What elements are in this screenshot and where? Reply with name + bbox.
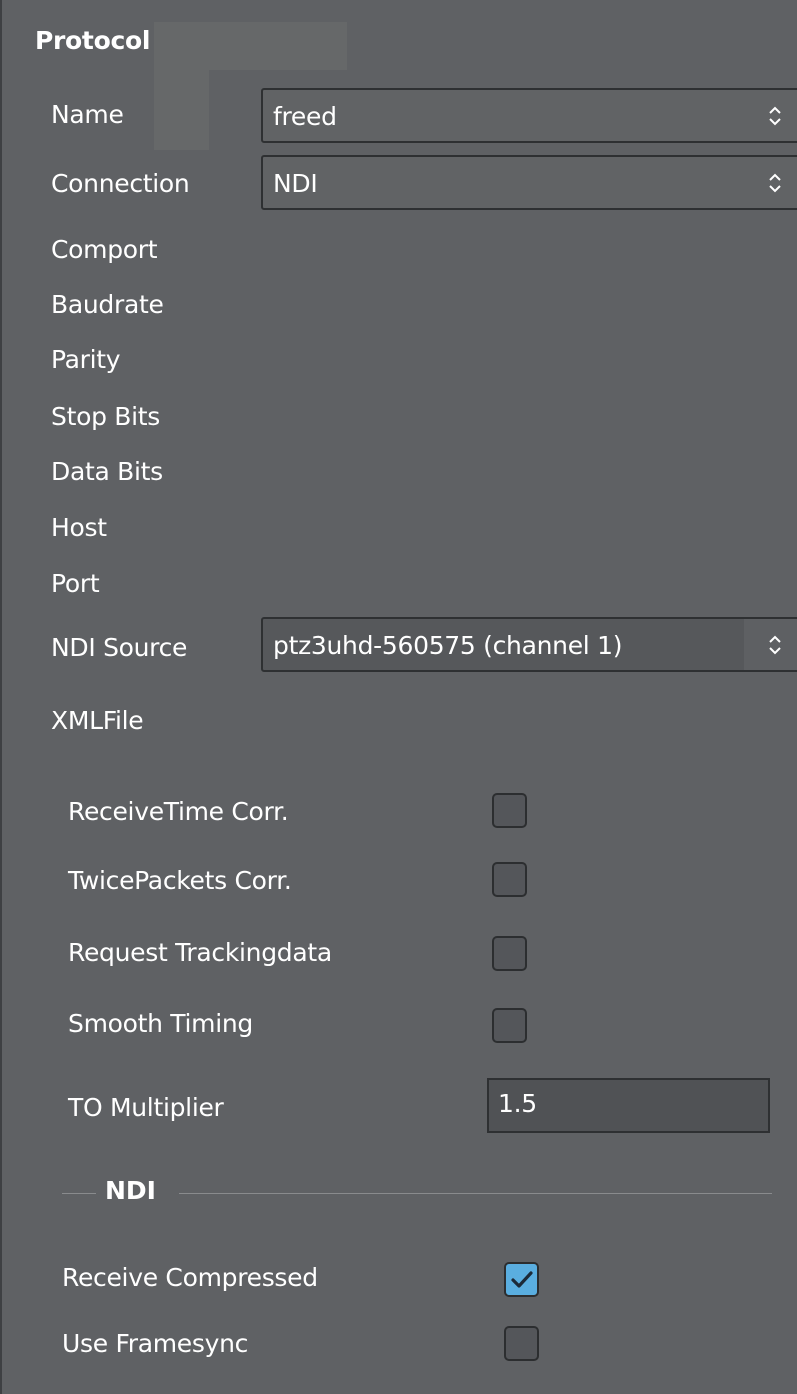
updown-chevron-icon xyxy=(769,635,781,655)
name-select[interactable]: freed xyxy=(261,88,797,143)
ndi-group-line-left xyxy=(62,1193,96,1194)
smooth-timing-label: Smooth Timing xyxy=(68,1009,253,1038)
connection-label: Connection xyxy=(51,169,190,198)
ndisource-label: NDI Source xyxy=(51,633,188,662)
request-trackingdata-label: Request Trackingdata xyxy=(68,938,332,967)
tomultiplier-input[interactable] xyxy=(489,1080,768,1131)
request-trackingdata-checkbox[interactable] xyxy=(492,936,527,971)
ndisource-select-value: ptz3uhd-560575 (channel 1) xyxy=(273,631,623,660)
header-shade xyxy=(154,22,347,70)
connection-select-value: NDI xyxy=(273,169,318,198)
connection-select[interactable]: NDI xyxy=(261,155,797,210)
port-label: Port xyxy=(51,569,100,598)
stopbits-label: Stop Bits xyxy=(51,402,161,431)
smooth-timing-checkbox[interactable] xyxy=(492,1008,527,1043)
comport-label: Comport xyxy=(51,235,158,264)
parity-label: Parity xyxy=(51,345,121,374)
baudrate-label: Baudrate xyxy=(51,290,164,319)
twicepackets-label: TwicePackets Corr. xyxy=(68,866,292,895)
receive-compressed-checkbox[interactable] xyxy=(504,1262,539,1297)
receive-compressed-label: Receive Compressed xyxy=(62,1263,318,1292)
updown-chevron-icon xyxy=(769,173,781,193)
name-label: Name xyxy=(51,100,124,129)
protocol-panel: Protocol Name freed Connection NDI Compo… xyxy=(0,0,797,1394)
tomultiplier-label: TO Multiplier xyxy=(68,1093,224,1122)
updown-chevron-icon xyxy=(769,106,781,126)
use-framesync-label: Use Framesync xyxy=(62,1329,249,1358)
section-title-protocol: Protocol xyxy=(35,26,151,55)
header-shade-stem xyxy=(154,70,209,150)
ndi-group-line-right xyxy=(179,1193,772,1194)
databits-label: Data Bits xyxy=(51,457,163,486)
checkmark-icon xyxy=(511,1271,533,1288)
ndi-group-title: NDI xyxy=(105,1176,156,1205)
tomultiplier-field[interactable] xyxy=(487,1078,770,1133)
xmlfile-label: XMLFile xyxy=(51,706,144,735)
receivetime-label: ReceiveTime Corr. xyxy=(68,797,289,826)
host-label: Host xyxy=(51,513,107,542)
twicepackets-checkbox[interactable] xyxy=(492,862,527,897)
use-framesync-checkbox[interactable] xyxy=(504,1326,539,1361)
receivetime-checkbox[interactable] xyxy=(492,793,527,828)
ndisource-select[interactable]: ptz3uhd-560575 (channel 1) xyxy=(261,617,797,672)
name-select-value: freed xyxy=(273,102,337,131)
